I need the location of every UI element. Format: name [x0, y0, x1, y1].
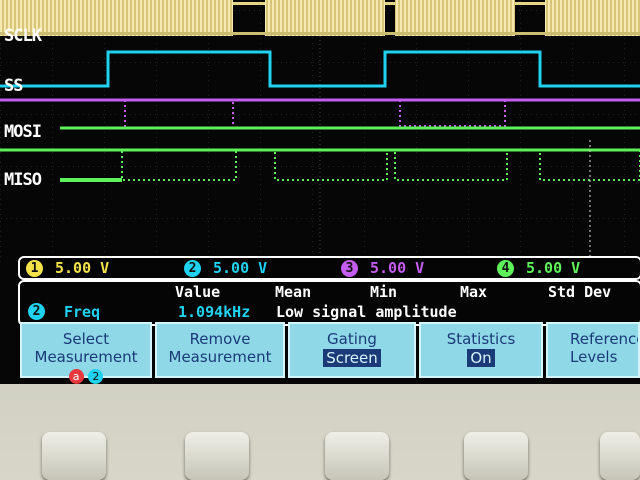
meas-message: Low signal amplitude — [276, 303, 457, 321]
statistics-button[interactable]: Statistics On — [419, 322, 543, 378]
ch2-scale[interactable]: 2 5.00 V — [184, 259, 267, 277]
ch2-label: SS — [4, 76, 24, 96]
meas-source-badge: 2 — [28, 303, 45, 320]
ch3-badge: 3 — [341, 260, 358, 277]
ch1-badge: 1 — [26, 260, 43, 277]
bottom-menu: Select Measurement a 2 Remove Measuremen… — [20, 322, 640, 384]
meas-value: 1.094kHz — [178, 303, 251, 321]
meas-name: Freq — [64, 303, 101, 321]
gating-button[interactable]: Gating Screen — [288, 322, 416, 378]
bezel-button-2[interactable] — [185, 432, 249, 480]
ch2-scale-value: 5.00 V — [213, 259, 268, 277]
ch4-badge: 4 — [497, 260, 514, 277]
bezel-button-4[interactable] — [464, 432, 528, 480]
remove-measurement-button[interactable]: Remove Measurement — [155, 322, 285, 378]
header-mean: Mean — [275, 283, 312, 301]
ch3-scale-value: 5.00 V — [370, 259, 425, 277]
measurement-panel: Value Mean Min Max Std Dev 2 Freq 1.094k… — [18, 280, 640, 326]
header-std-dev: Std Dev — [548, 283, 612, 301]
channel-scale-bar: 1 5.00 V 2 5.00 V 3 5.00 V 4 5.00 V — [18, 256, 640, 280]
reference-label-2: Levels — [570, 348, 618, 366]
select-label-2: Measurement — [34, 348, 138, 366]
badge-2: 2 — [88, 369, 104, 384]
reference-levels-button[interactable]: Reference Levels — [546, 322, 640, 378]
ch1-scale-value: 5.00 V — [55, 259, 110, 277]
statistics-value: On — [467, 349, 495, 367]
ch1-label: SCLK — [4, 26, 42, 46]
remove-label-1: Remove — [189, 330, 251, 348]
bezel-button-1[interactable] — [42, 432, 106, 480]
oscilloscope-screen: SCLK SS MOSI MISO 1 5.00 V 2 5.00 V 3 5.00 … — [0, 0, 640, 384]
ch2-badge: 2 — [184, 260, 201, 277]
header-value: Value — [175, 283, 221, 301]
ch1-scale[interactable]: 1 5.00 V — [26, 259, 109, 277]
select-label-1: Select — [62, 330, 110, 348]
select-badges: a 2 — [22, 366, 150, 384]
ch4-scale[interactable]: 4 5.00 V — [497, 259, 580, 277]
header-min: Min — [370, 283, 398, 301]
ch4-scale-value: 5.00 V — [526, 259, 581, 277]
badge-a: a — [68, 369, 84, 384]
waveform-display — [0, 0, 640, 262]
ch3-label: MOSI — [4, 122, 42, 142]
graticule — [0, 0, 640, 262]
reference-label-1: Reference — [570, 330, 640, 348]
bezel-button-3[interactable] — [325, 432, 389, 480]
ch3-scale[interactable]: 3 5.00 V — [341, 259, 424, 277]
bezel-button-5[interactable] — [600, 432, 640, 480]
header-max: Max — [460, 283, 488, 301]
remove-label-2: Measurement — [168, 348, 272, 366]
statistics-label: Statistics — [446, 330, 516, 348]
ch4-label: MISO — [4, 170, 42, 190]
select-measurement-button[interactable]: Select Measurement a 2 — [20, 322, 152, 384]
gating-value: Screen — [323, 349, 381, 367]
gating-label: Gating — [327, 330, 377, 348]
